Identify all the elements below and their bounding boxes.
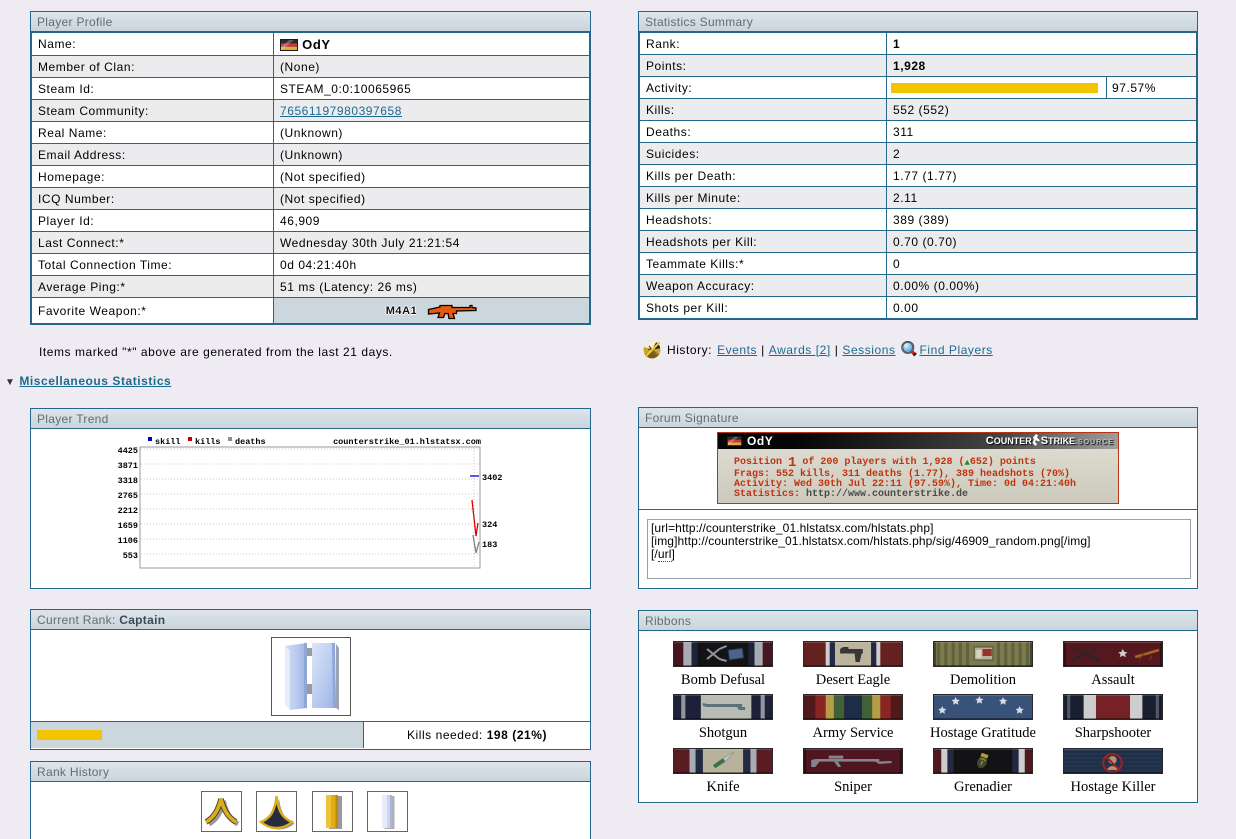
svg-text:4425: 4425 — [118, 446, 138, 456]
svg-text:1659: 1659 — [118, 521, 138, 531]
svg-text:324: 324 — [482, 520, 497, 530]
svg-text:skill: skill — [155, 437, 181, 447]
svg-text:1106: 1106 — [118, 536, 138, 546]
svg-text:kills: kills — [195, 437, 221, 447]
svg-text:553: 553 — [123, 551, 138, 561]
svg-text:3871: 3871 — [118, 461, 138, 471]
svg-text:3318: 3318 — [118, 476, 138, 486]
svg-text:3402: 3402 — [482, 473, 502, 483]
svg-text:counterstrike_01.hlstatsx.com: counterstrike_01.hlstatsx.com — [333, 437, 481, 447]
svg-text:2212: 2212 — [118, 506, 138, 516]
svg-text:deaths: deaths — [235, 437, 266, 447]
svg-text:2765: 2765 — [118, 491, 138, 501]
svg-text:183: 183 — [482, 540, 497, 550]
